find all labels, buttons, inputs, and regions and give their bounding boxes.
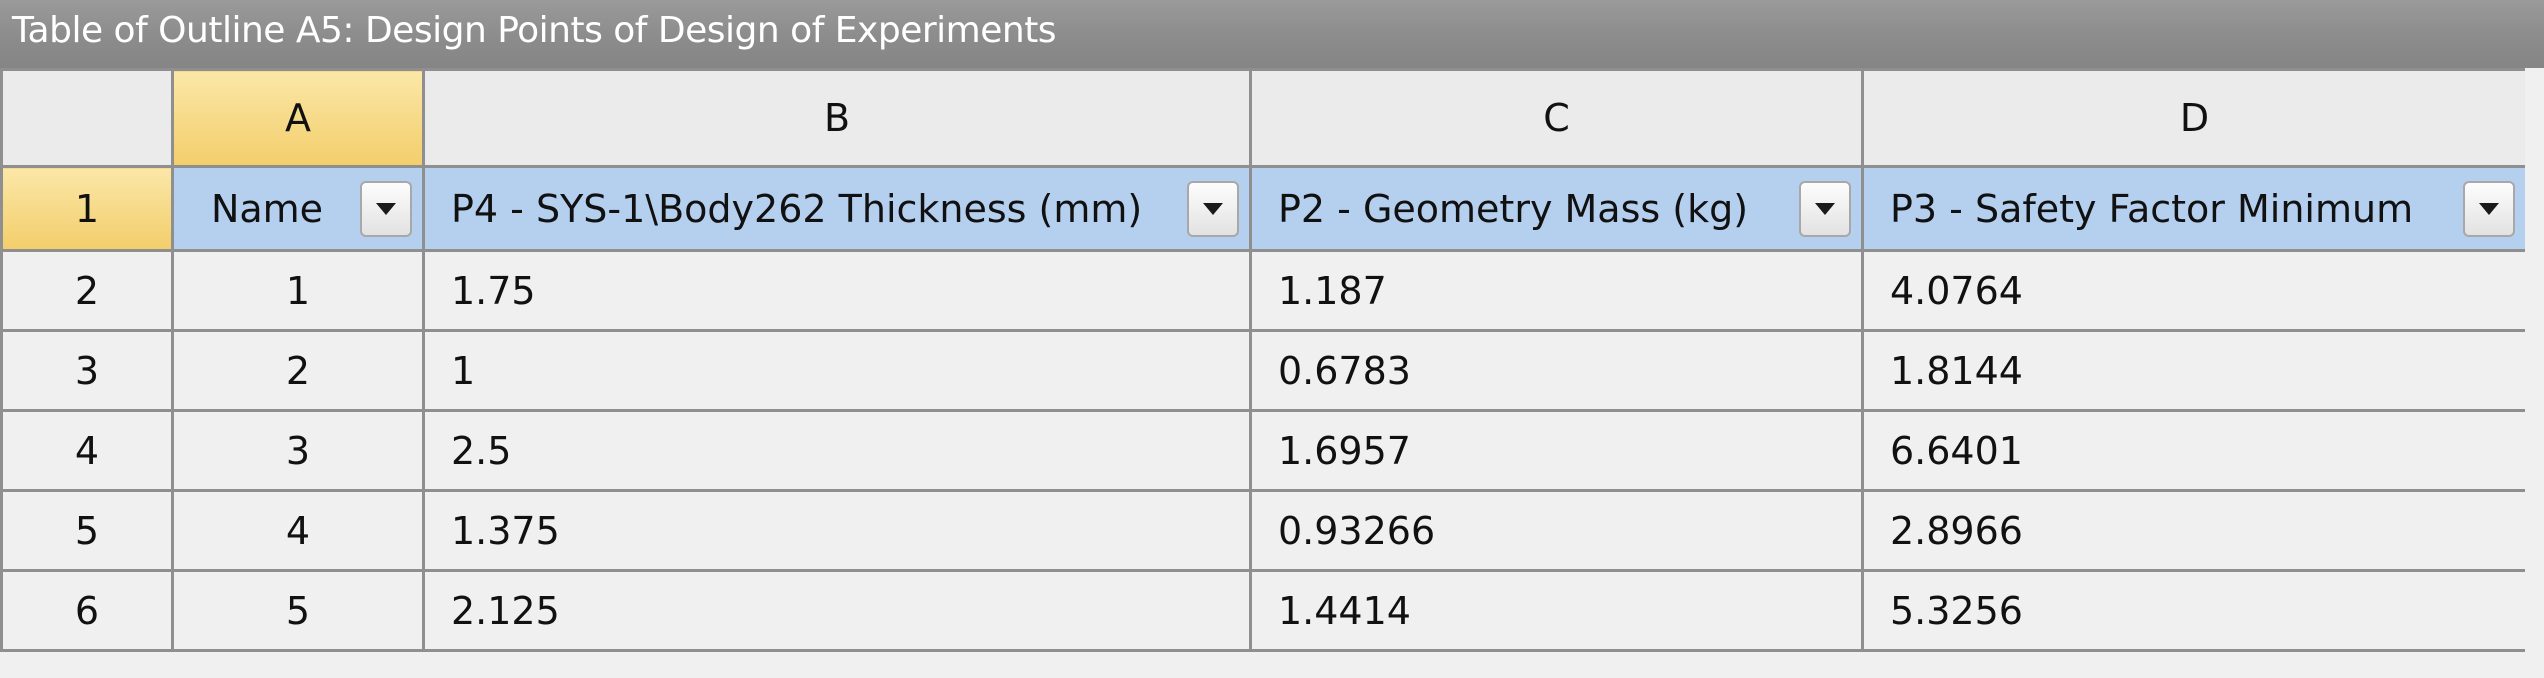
row-header[interactable]: 5 <box>0 489 174 572</box>
row-header[interactable]: 3 <box>0 329 174 412</box>
table-title-bar: Table of Outline A5: Design Points of De… <box>0 0 2544 68</box>
design-points-table-window: Table of Outline A5: Design Points of De… <box>0 0 2544 678</box>
cell-name[interactable]: 3 <box>171 409 425 492</box>
cell-mass[interactable]: 0.93266 <box>1249 489 1864 572</box>
cell-thickness[interactable]: 2.125 <box>422 569 1252 652</box>
row-header[interactable]: 4 <box>0 409 174 492</box>
cell-name[interactable]: 2 <box>171 329 425 412</box>
param-header-p3-label: P3 - Safety Factor Minimum <box>1890 186 2414 231</box>
triangle-down-icon <box>2479 202 2499 215</box>
param-header-p4-label: P4 - SYS-1\Body262 Thickness (mm) <box>451 186 1143 231</box>
column-header-a[interactable]: A <box>171 68 425 168</box>
table-row: 6 5 2.125 1.4414 5.3256 <box>0 569 2528 652</box>
cell-thickness[interactable]: 1.75 <box>422 249 1252 332</box>
cell-thickness[interactable]: 2.5 <box>422 409 1252 492</box>
table-title: Table of Outline A5: Design Points of De… <box>12 10 1057 51</box>
param-header-p2[interactable]: P2 - Geometry Mass (kg) <box>1249 165 1864 252</box>
bottom-strip <box>0 660 2544 678</box>
cell-mass[interactable]: 0.6783 <box>1249 329 1864 412</box>
corner-cell[interactable] <box>0 68 174 168</box>
cell-safety-factor[interactable]: 4.0764 <box>1861 249 2528 332</box>
name-dropdown-button[interactable] <box>360 180 412 237</box>
cell-safety-factor[interactable]: 1.8144 <box>1861 329 2528 412</box>
cell-thickness[interactable]: 1 <box>422 329 1252 412</box>
cell-safety-factor[interactable]: 5.3256 <box>1861 569 2528 652</box>
cell-thickness[interactable]: 1.375 <box>422 489 1252 572</box>
param-header-p4[interactable]: P4 - SYS-1\Body262 Thickness (mm) <box>422 165 1252 252</box>
cell-mass[interactable]: 1.187 <box>1249 249 1864 332</box>
p2-dropdown-button[interactable] <box>1799 180 1851 237</box>
parameter-header-row: 1 Name P4 - SYS-1\Body262 Thickness (mm) <box>0 165 2528 252</box>
column-header-c[interactable]: C <box>1249 68 1864 168</box>
p3-dropdown-button[interactable] <box>2463 180 2515 237</box>
table-row: 3 2 1 0.6783 1.8144 <box>0 329 2528 412</box>
table-row: 5 4 1.375 0.93266 2.8966 <box>0 489 2528 572</box>
table-row: 2 1 1.75 1.187 4.0764 <box>0 249 2528 332</box>
cell-mass[interactable]: 1.6957 <box>1249 409 1864 492</box>
cell-name[interactable]: 5 <box>171 569 425 652</box>
row-header[interactable]: 6 <box>0 569 174 652</box>
param-header-p2-label: P2 - Geometry Mass (kg) <box>1278 186 1749 231</box>
param-header-p3[interactable]: P3 - Safety Factor Minimum <box>1861 165 2528 252</box>
row-header-1[interactable]: 1 <box>0 165 174 252</box>
right-gutter <box>2525 68 2544 678</box>
row-header[interactable]: 2 <box>0 249 174 332</box>
param-header-name-label: Name <box>210 186 324 231</box>
p4-dropdown-button[interactable] <box>1187 180 1239 237</box>
cell-safety-factor[interactable]: 2.8966 <box>1861 489 2528 572</box>
cell-safety-factor[interactable]: 6.6401 <box>1861 409 2528 492</box>
design-points-grid: A B C D 1 Name P4 - SYS-1\Body262 Thickn… <box>0 68 2528 652</box>
triangle-down-icon <box>1203 202 1223 215</box>
column-header-b[interactable]: B <box>422 68 1252 168</box>
triangle-down-icon <box>1815 202 1835 215</box>
column-header-d[interactable]: D <box>1861 68 2528 168</box>
table-row: 4 3 2.5 1.6957 6.6401 <box>0 409 2528 492</box>
column-header-row: A B C D <box>0 68 2528 168</box>
cell-name[interactable]: 1 <box>171 249 425 332</box>
triangle-down-icon <box>376 202 396 215</box>
param-header-name[interactable]: Name <box>171 165 425 252</box>
cell-mass[interactable]: 1.4414 <box>1249 569 1864 652</box>
cell-name[interactable]: 4 <box>171 489 425 572</box>
